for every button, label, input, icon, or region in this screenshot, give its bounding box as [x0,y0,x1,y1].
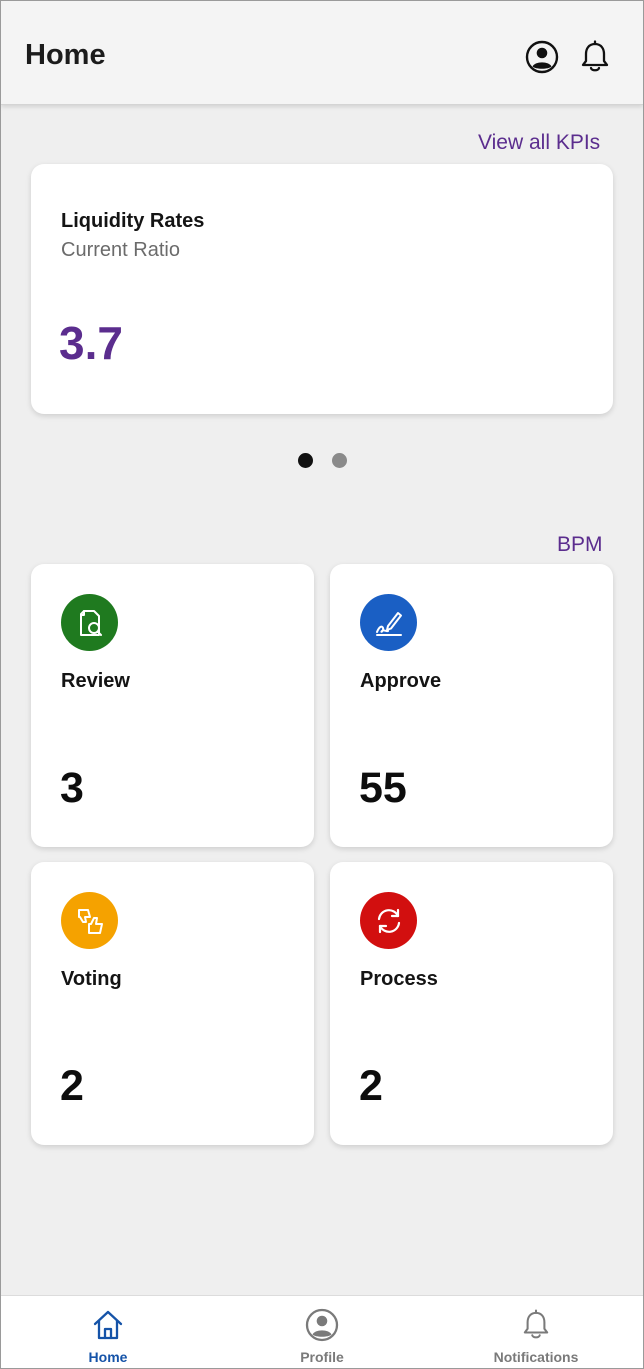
bpm-tile-label: Process [360,968,438,990]
profile-icon [305,1308,339,1342]
page-title: Home [25,39,106,71]
bell-icon [519,1308,553,1342]
kpi-value: 3.7 [59,317,123,369]
app-bar: Home [1,1,643,105]
bpm-tile-approve[interactable]: Approve 55 [330,564,613,847]
kpi-card[interactable]: Liquidity Rates Current Ratio 3.7 [31,164,613,414]
nav-item-home[interactable]: Home [1,1296,215,1368]
thumbs-up-down-icon [61,892,118,949]
nav-label-notifications: Notifications [493,1349,579,1365]
bpm-tile-voting[interactable]: Voting 2 [31,862,314,1145]
refresh-cycle-icon [360,892,417,949]
app-frame: Home View all KPIs Liquidity Rates Curre… [0,0,644,1369]
document-search-icon [61,594,118,651]
nav-item-notifications[interactable]: Notifications [429,1296,643,1368]
bpm-tile-label: Review [61,670,130,692]
carousel-dot-active[interactable] [298,453,313,468]
nav-label-home: Home [88,1349,128,1365]
kpi-title: Liquidity Rates [61,210,205,232]
account-circle-icon[interactable] [522,37,562,77]
kpi-subtitle: Current Ratio [61,239,180,261]
bpm-tile-count: 2 [60,1062,84,1110]
nav-item-profile[interactable]: Profile [215,1296,429,1368]
bottom-navigation: Home Profile Notifications [1,1295,643,1368]
nav-label-profile: Profile [300,1349,344,1365]
bpm-tile-count: 55 [359,764,407,812]
bpm-tile-count: 3 [60,764,84,812]
view-all-kpis-link[interactable]: View all KPIs [478,131,600,155]
bpm-tile-count: 2 [359,1062,383,1110]
bpm-section-link[interactable]: BPM [557,533,603,557]
bpm-tile-review[interactable]: Review 3 [31,564,314,847]
home-icon [91,1308,125,1342]
bpm-tile-label: Voting [61,968,122,990]
bpm-tile-label: Approve [360,670,442,692]
carousel-dot[interactable] [332,453,347,468]
signature-pen-icon [360,594,417,651]
bell-icon[interactable] [575,37,615,77]
bpm-tile-process[interactable]: Process 2 [330,862,613,1145]
